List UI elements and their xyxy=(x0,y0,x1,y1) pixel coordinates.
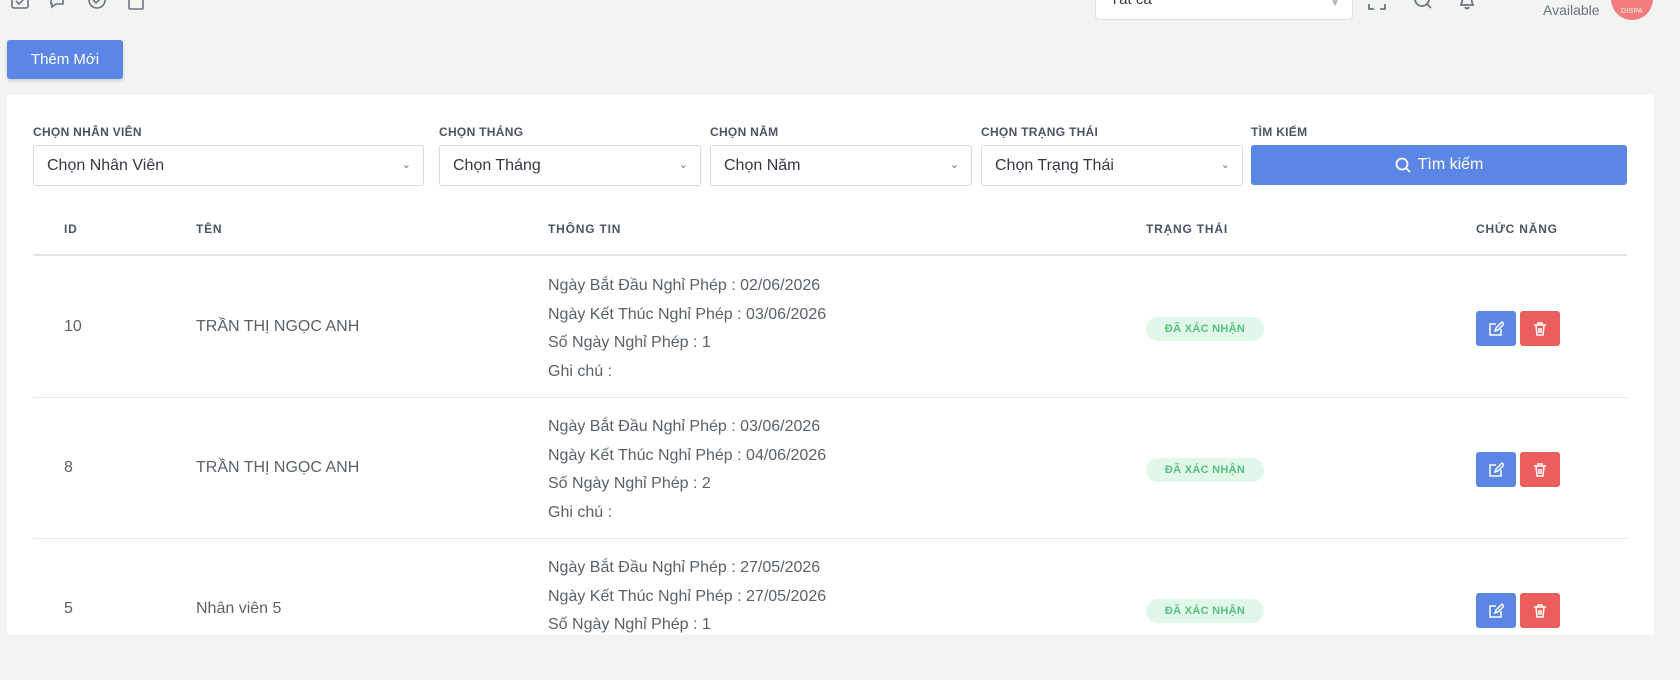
row-name: TRẦN THỊ NGỌC ANH xyxy=(196,318,360,335)
status-badge: ĐÃ XÁC NHẬN xyxy=(1146,599,1264,623)
shield-icon[interactable] xyxy=(87,0,107,10)
edit-button[interactable] xyxy=(1476,452,1516,487)
chevron-down-icon: ⌄ xyxy=(949,159,959,171)
column-header-id: ID xyxy=(64,222,78,236)
clipboard-icon[interactable] xyxy=(126,0,146,10)
year-select-value: Chọn Năm xyxy=(724,157,801,174)
employee-filter-label: CHỌN NHÂN VIÊN xyxy=(33,125,142,139)
chevron-down-icon: ⌄ xyxy=(678,159,688,171)
leave-note: Ghi chú : xyxy=(548,503,613,521)
leave-end-date: Ngày Kết Thúc Nghỉ Phép : 03/06/2026 xyxy=(548,305,827,323)
trash-icon xyxy=(1534,321,1546,336)
status-select-value: Chọn Trạng Thái xyxy=(995,157,1114,174)
leave-end-date: Ngày Kết Thúc Nghỉ Phép : 04/06/2026 xyxy=(548,446,827,464)
status-badge: ĐÃ XÁC NHẬN xyxy=(1146,317,1264,341)
year-select[interactable]: Chọn Năm ⌄ xyxy=(710,145,972,186)
month-select-value: Chọn Tháng xyxy=(453,157,541,174)
trash-icon xyxy=(1534,462,1546,477)
column-header-status: TRẠNG THÁI xyxy=(1146,222,1228,236)
row-id: 5 xyxy=(64,600,73,617)
edit-icon xyxy=(1489,461,1504,477)
year-filter-label: CHỌN NĂM xyxy=(710,125,779,139)
edit-icon xyxy=(1489,602,1504,618)
edit-button[interactable] xyxy=(1476,311,1516,346)
status-select[interactable]: Chọn Trạng Thái ⌄ xyxy=(981,145,1243,186)
leave-days: Số Ngày Nghỉ Phép : 1 xyxy=(548,334,711,351)
employee-select-value: Chọn Nhân Viên xyxy=(47,157,165,174)
avatar[interactable]: DISPA xyxy=(1611,0,1653,20)
calendar-check-icon[interactable] xyxy=(10,0,30,10)
leave-list-card: CHỌN NHÂN VIÊN Chọn Nhân Viên ⌄ CHỌN THÁ… xyxy=(7,95,1654,635)
global-filter-value: Tất cả xyxy=(1110,0,1152,8)
employee-select[interactable]: Chọn Nhân Viên ⌄ xyxy=(33,145,424,186)
column-header-info: THÔNG TIN xyxy=(548,222,622,236)
column-header-actions: CHỨC NĂNG xyxy=(1476,222,1558,236)
fullscreen-icon[interactable] xyxy=(1367,0,1387,10)
chevron-down-icon: ⌄ xyxy=(401,159,411,171)
leave-start-date: Ngày Bắt Đầu Nghỉ Phép : 02/06/2026 xyxy=(548,277,821,294)
row-name: TRẦN THỊ NGỌC ANH xyxy=(196,459,360,476)
trash-icon xyxy=(1534,603,1546,618)
table-row: 10 TRẦN THỊ NGỌC ANH Ngày Bắt Đầu Nghỉ P… xyxy=(33,257,1627,398)
user-status: Available xyxy=(1543,2,1600,18)
leave-days: Số Ngày Nghỉ Phép : 1 xyxy=(548,616,711,633)
search-icon[interactable] xyxy=(1413,0,1433,10)
status-filter-label: CHỌN TRẠNG THÁI xyxy=(981,125,1099,139)
edit-button[interactable] xyxy=(1476,593,1516,628)
month-filter-label: CHỌN THÁNG xyxy=(439,125,524,139)
search-filter-label: TÌM KIẾM xyxy=(1251,125,1308,139)
status-badge: ĐÃ XÁC NHẬN xyxy=(1146,458,1264,482)
row-info: Ngày Bắt Đầu Nghỉ Phép : 03/06/2026 Ngày… xyxy=(548,413,826,527)
row-info: Ngày Bắt Đầu Nghỉ Phép : 27/05/2026 Ngày… xyxy=(548,554,826,640)
leave-days: Số Ngày Nghỉ Phép : 2 xyxy=(548,475,711,492)
global-filter-select[interactable]: Tất cả ▼ xyxy=(1095,0,1353,20)
row-info: Ngày Bắt Đầu Nghỉ Phép : 02/06/2026 Ngày… xyxy=(548,272,826,386)
column-header-name: TÊN xyxy=(196,222,223,236)
delete-button[interactable] xyxy=(1520,311,1560,346)
month-select[interactable]: Chọn Tháng ⌄ xyxy=(439,145,701,186)
bell-icon[interactable] xyxy=(1457,0,1477,10)
row-id: 8 xyxy=(64,459,73,476)
search-button-label: Tìm kiếm xyxy=(1417,156,1484,173)
leave-end-date: Ngày Kết Thúc Nghỉ Phép : 27/05/2026 xyxy=(548,587,827,605)
row-name: Nhân viên 5 xyxy=(196,600,282,617)
chat-icon[interactable] xyxy=(48,0,68,10)
row-id: 10 xyxy=(64,318,82,335)
delete-button[interactable] xyxy=(1520,593,1560,628)
edit-icon xyxy=(1489,320,1504,336)
chevron-down-icon: ▼ xyxy=(1330,0,1340,9)
delete-button[interactable] xyxy=(1520,452,1560,487)
top-header: Tất cả ▼ Available DISPA xyxy=(0,0,1680,24)
add-new-button[interactable]: Thêm Mới xyxy=(7,40,123,79)
leave-note: Ghi chú : xyxy=(548,362,613,380)
search-button[interactable]: Tìm kiếm xyxy=(1251,145,1627,185)
search-icon xyxy=(1395,157,1411,173)
chevron-down-icon: ⌄ xyxy=(1220,159,1230,171)
table-header: ID TÊN THÔNG TIN TRẠNG THÁI CHỨC NĂNG xyxy=(33,203,1627,256)
leave-start-date: Ngày Bắt Đầu Nghỉ Phép : 03/06/2026 xyxy=(548,418,821,435)
avatar-text: DISPA xyxy=(1621,8,1643,15)
table-row: 5 Nhân viên 5 Ngày Bắt Đầu Nghỉ Phép : 2… xyxy=(33,539,1627,680)
table-row: 8 TRẦN THỊ NGỌC ANH Ngày Bắt Đầu Nghỉ Ph… xyxy=(33,398,1627,539)
leave-start-date: Ngày Bắt Đầu Nghỉ Phép : 27/05/2026 xyxy=(548,559,821,576)
